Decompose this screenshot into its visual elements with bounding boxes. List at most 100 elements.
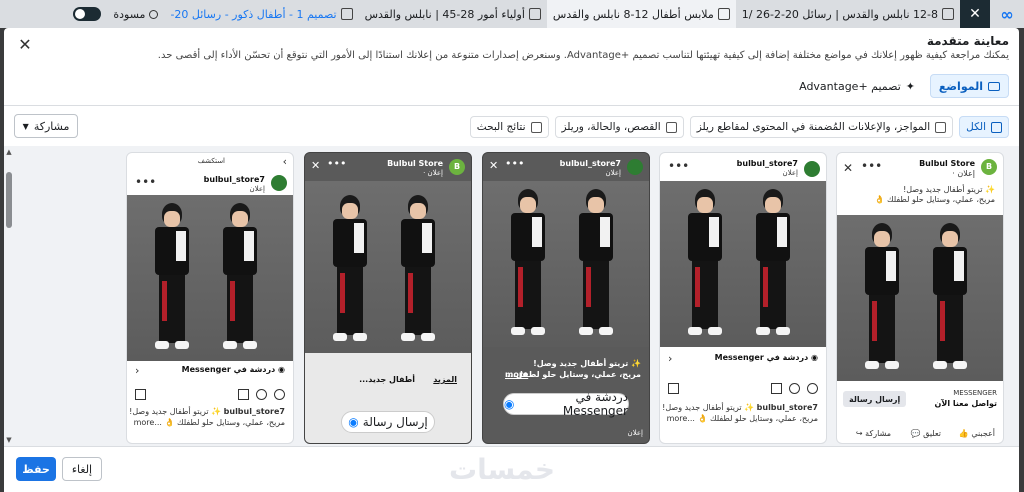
breadcrumb-audience[interactable]: أولياء أمور 28-45 | نابلس والقدس [359,8,547,21]
more-link[interactable]: more [505,370,528,379]
scroll-up-icon[interactable]: ▲ [5,148,13,156]
grid-icon [528,8,541,20]
messenger-cta[interactable]: ◉ دردشة في Messenger [715,353,818,362]
cancel-button[interactable]: إلغاء [62,457,102,481]
save-button[interactable]: حفظ [16,457,56,481]
heart-icon[interactable] [807,383,818,394]
chevron-left-icon[interactable]: ‹ [668,352,672,365]
child-figure [329,195,371,345]
story-text: أطفال جديد... [359,375,415,384]
more-icon[interactable]: ••• [327,157,346,170]
more-icon[interactable]: ••• [861,159,882,173]
ad-text-line2: مريح، عملي، وستايل حلو لطفلك 👌 [874,195,995,204]
close-editor-icon[interactable]: ✕ [960,0,990,28]
sponsored-label: إعلان · [423,169,443,177]
bookmark-icon[interactable] [135,389,146,400]
child-figure [929,223,971,373]
page-avatar [627,159,643,175]
chevron-left-icon[interactable]: ‹ [135,364,139,377]
caption-line1: bulbul_store7 ✨ تريتو أطفال جديد وصل! [662,403,818,412]
page-name: bulbul_store7 [736,159,798,168]
placement-filters: الكل المواجز، والإعلانات المُضمنة في الم… [469,116,1009,138]
breadcrumb-campaign[interactable]: 12-8 نابلس والقدس | رسائل 20-2-26 /1 [736,8,960,21]
placements-icon [988,81,1000,91]
messenger-cta-button[interactable]: دردشة في Messenger ◉ [503,390,629,418]
send-message-button[interactable]: إرسال رسالة ◉ [341,411,435,433]
page-avatar: B [449,159,465,175]
child-figure [507,189,549,339]
draft-status: مسودة [107,8,164,21]
ad-image [660,181,826,347]
scroll-down-icon[interactable]: ▼ [5,436,13,444]
caret-down-icon: ▼ [22,121,29,131]
send-message-button[interactable]: إرسال رسالة [843,391,907,407]
story-footer-label: إعلان [627,429,643,437]
close-icon[interactable]: ✕ [16,36,34,54]
ad-icon [340,8,353,20]
scrollbar-thumb[interactable] [6,172,12,228]
explore-header: استكشف [197,157,225,165]
comment-icon[interactable] [256,389,267,400]
more-link[interactable]: المزيد [433,375,457,384]
placements-icon [991,121,1002,133]
draft-circle-icon [149,9,159,19]
breadcrumb-design[interactable]: تصميم 1 - أطفال ذكور - رسائل 20- [164,8,358,21]
close-icon[interactable]: ✕ [311,159,320,172]
checkbox-icon [935,121,947,133]
messenger-icon: ◉ [504,397,515,411]
more-icon[interactable]: ••• [668,159,689,173]
back-chevron-icon[interactable]: › [283,155,287,168]
ad-image [483,181,649,347]
meta-logo-icon: ∞ [1000,4,1014,24]
story-text-line1: ✨ تريتو أطفال جديد وصل! [533,359,641,368]
messenger-cta[interactable]: ◉ دردشة في Messenger [182,365,285,374]
breadcrumb-adset[interactable]: ملابس أطفال 12-8 نابلس والقدس [546,0,736,28]
share-button[interactable]: مشاركة ↪ [856,429,891,438]
advanced-preview-modal: ✕ معاينة متقدمة يمكنك مراجعة كيفية ظهور … [4,28,1019,492]
caption-line2: مريح، عملي، وستايل حلو لطفلك 👌 ...more [133,418,285,427]
preview-instagram-explore[interactable]: › استكشف bulbul_store7 إعلان ••• ◉ دردشة… [126,152,294,444]
search-results-icon [530,121,542,133]
child-figure [752,189,794,339]
preview-instagram-story[interactable]: bulbul_store7 إعلان ✕ ••• ✨ تريتو أطفال … [482,152,650,444]
comment-button[interactable]: تعليق 💬 [911,429,941,438]
messenger-icon: ◉ [278,365,285,374]
like-button[interactable]: أعجبني 👍 [959,429,995,438]
send-icon[interactable] [771,383,782,394]
child-figure [575,189,617,339]
heart-icon[interactable] [274,389,285,400]
page-avatar: B [981,159,997,175]
page-avatar [804,161,820,177]
more-icon[interactable]: ••• [135,175,156,189]
modal-title: معاينة متقدمة [926,34,1009,48]
caption-line2: مريح، عملي، وستايل حلو لطفلك 👌 ...more [666,414,818,423]
share-dropdown[interactable]: مشاركة ▼ [14,114,78,138]
advantage-plus-button[interactable]: ✦ تصميم +Advantage [793,74,921,98]
preview-instagram-feed[interactable]: bulbul_store7 إعلان ••• ◉ دردشة في Messe… [659,152,827,444]
ad-image [837,215,1003,381]
close-icon[interactable]: ✕ [843,161,853,175]
cta-sub: تواصل معنا الآن [934,399,997,408]
folder-icon [942,8,954,20]
filter-all[interactable]: الكل [959,116,1009,138]
filter-feeds[interactable]: المواجز، والإعلانات المُضمنة في المحتوى … [689,116,954,138]
send-icon[interactable] [238,389,249,400]
page-name: Bulbul Store [387,159,443,168]
filter-search[interactable]: نتائج البحث [469,116,549,138]
vertical-scrollbar[interactable]: ▲ ▼ [4,146,14,446]
preview-facebook-story[interactable]: B Bulbul Store إعلان · ✕ ••• أطفال جديد.… [304,152,472,444]
filter-stories[interactable]: القصص، والحالة، وريلز [554,116,684,138]
modal-subtitle: يمكنك مراجعة كيفية ظهور إعلانك في مواضع … [157,50,1009,61]
comment-icon[interactable] [789,383,800,394]
stories-icon [665,121,677,133]
ad-toggle[interactable] [73,7,102,21]
placements-button[interactable]: المواضع [929,74,1009,98]
sponsored-label: إعلان [605,169,621,177]
bookmark-icon[interactable] [668,383,679,394]
preview-facebook-feed[interactable]: B Bulbul Store إعلان · ✕ ••• ✨ تريتو أطف… [836,152,1004,444]
child-figure [861,223,903,373]
more-icon[interactable]: ••• [505,157,524,170]
sponsored-label: إعلان · [952,169,975,178]
close-icon[interactable]: ✕ [489,159,498,172]
watermark-logo: خمسات [449,453,556,486]
